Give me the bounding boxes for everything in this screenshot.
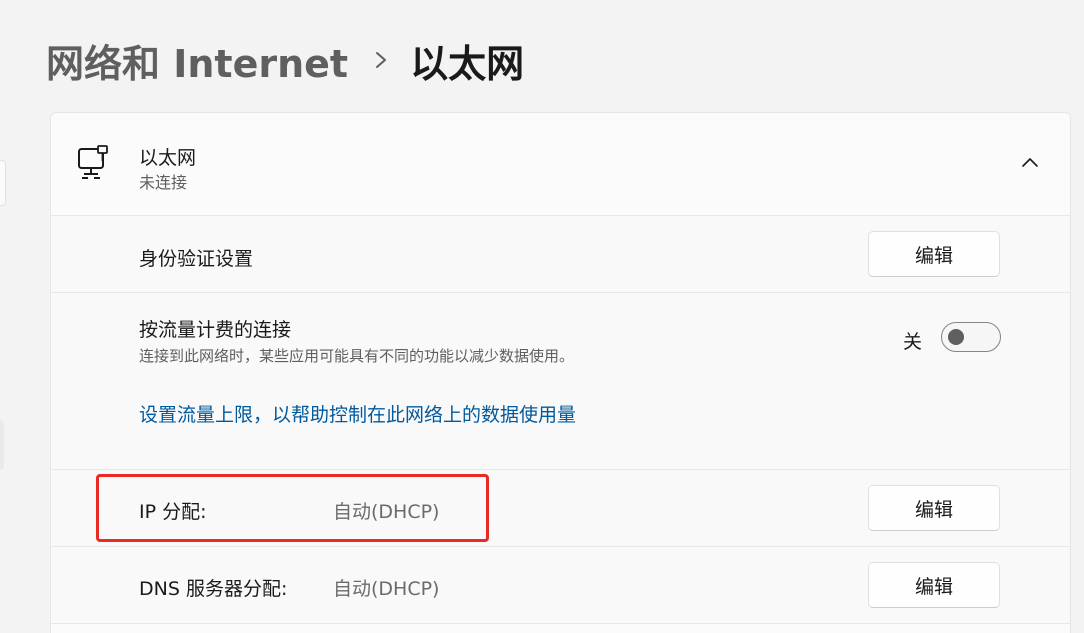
metered-connection-toggle[interactable] bbox=[941, 322, 1001, 352]
settings-page: 网络和 Internet 以太网 以太网 未连接 身份验证设置 编辑 按流量计费… bbox=[0, 0, 1084, 633]
toggle-knob bbox=[948, 329, 964, 345]
page-title: 以太网 bbox=[410, 41, 525, 86]
ethernet-settings-card: 以太网 未连接 身份验证设置 编辑 按流量计费的连接 连接到此网络时，某些应用可… bbox=[50, 112, 1071, 633]
ethernet-header-row[interactable]: 以太网 未连接 bbox=[51, 113, 1070, 216]
auth-settings-row: 身份验证设置 编辑 bbox=[51, 216, 1070, 293]
data-limit-link[interactable]: 设置流量上限，以帮助控制在此网络上的数据使用量 bbox=[139, 400, 576, 427]
ip-assignment-row: IP 分配: 自动(DHCP) 编辑 bbox=[51, 470, 1070, 547]
nav-pane-edge bbox=[0, 160, 6, 206]
metered-connection-label: 按流量计费的连接 bbox=[139, 319, 292, 341]
ethernet-title: 以太网 bbox=[139, 147, 197, 169]
breadcrumb-parent-link[interactable]: 网络和 Internet bbox=[46, 33, 348, 88]
auth-settings-label: 身份验证设置 bbox=[139, 248, 254, 270]
breadcrumb: 网络和 Internet 以太网 bbox=[46, 30, 524, 90]
nav-pane-selected-edge bbox=[0, 420, 4, 470]
ip-assignment-edit-button[interactable]: 编辑 bbox=[868, 485, 1000, 531]
ip-assignment-label: IP 分配: bbox=[139, 501, 207, 523]
dns-assignment-label: DNS 服务器分配: bbox=[139, 578, 288, 600]
ethernet-status: 未连接 bbox=[139, 173, 188, 192]
dns-assignment-row: DNS 服务器分配: 自动(DHCP) 编辑 bbox=[51, 547, 1070, 624]
chevron-up-icon[interactable] bbox=[1019, 151, 1041, 173]
metered-connection-description: 连接到此网络时，某些应用可能具有不同的功能以减少数据使用。 bbox=[139, 347, 575, 365]
dns-assignment-edit-button[interactable]: 编辑 bbox=[868, 562, 1000, 608]
ip-assignment-value: 自动(DHCP) bbox=[333, 501, 440, 523]
metered-connection-row: 按流量计费的连接 连接到此网络时，某些应用可能具有不同的功能以减少数据使用。 关… bbox=[51, 293, 1070, 470]
auth-settings-edit-button[interactable]: 编辑 bbox=[868, 231, 1000, 277]
metered-toggle-state: 关 bbox=[903, 331, 923, 353]
ethernet-icon bbox=[78, 145, 108, 179]
chevron-right-icon bbox=[374, 50, 388, 70]
dns-assignment-value: 自动(DHCP) bbox=[333, 578, 440, 600]
